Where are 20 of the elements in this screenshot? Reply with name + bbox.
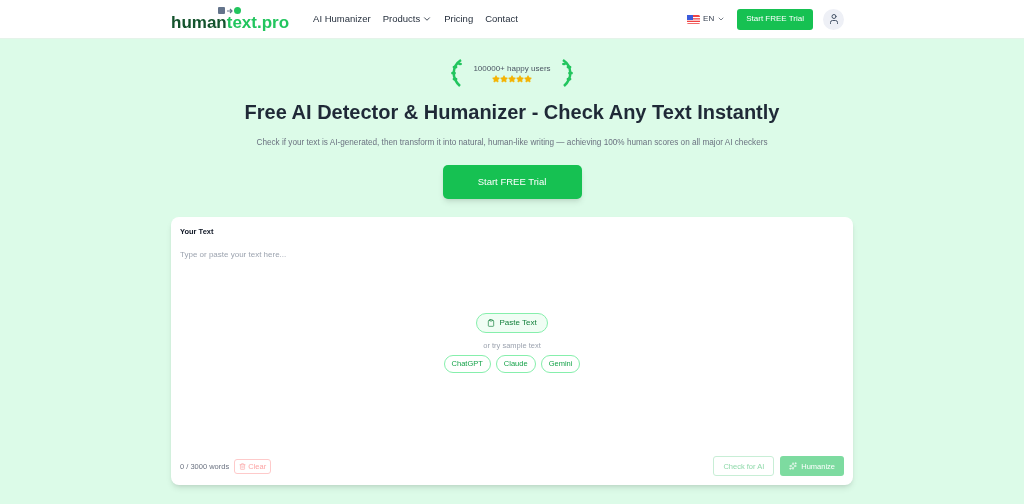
nav-link[interactable]: AI Humanizer — [313, 11, 371, 27]
user-avatar[interactable] — [823, 8, 844, 30]
nav-link[interactable]: Products — [382, 11, 433, 27]
page-title: Free AI Detector & Humanizer - Check Any Text Instantly — [244, 100, 780, 125]
subtitle: Check if your text is AI-generated, then transform it into natural, human-like writing — achieving 100% human scores on all major AI checkers — [256, 137, 768, 149]
logo[interactable]: humantext.pro — [171, 7, 290, 31]
nav-link[interactable]: Pricing — [444, 11, 474, 27]
flag-icon — [687, 14, 701, 24]
trash-icon — [239, 462, 247, 470]
paste-text-button[interactable]: Paste Text — [476, 312, 548, 333]
language-selector[interactable]: EN — [687, 13, 726, 25]
logo-icon — [218, 7, 243, 15]
chevron-down-icon — [717, 15, 726, 23]
clipboard-icon — [487, 318, 496, 327]
sparkles-icon — [789, 462, 798, 471]
chevron-down-icon — [422, 14, 433, 24]
badge-text: 100000+ happy users — [473, 63, 551, 75]
nav-link[interactable]: Contact — [485, 11, 518, 27]
logo-text: humantext.pro — [171, 14, 290, 31]
user-icon — [827, 13, 840, 25]
